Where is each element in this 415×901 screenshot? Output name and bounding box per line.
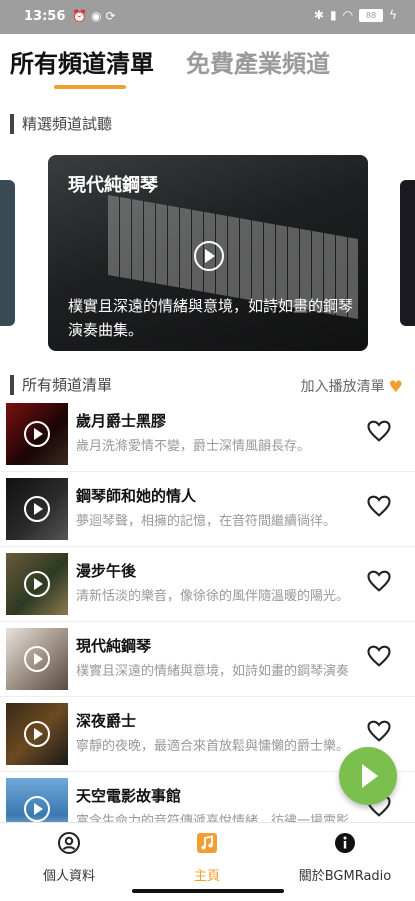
tab-all-channels[interactable]: 所有頻道清單: [10, 44, 154, 79]
channel-description: 清新恬淡的樂音，像徐徐的風伴隨溫暖的陽光。: [76, 589, 348, 604]
status-time: 13:56: [24, 9, 66, 24]
featured-section-header: 精選頻道試聽: [10, 113, 112, 134]
section-bar: [10, 374, 14, 395]
charging-icon: ϟ: [389, 8, 397, 22]
channel-description: 寧靜的夜晚，最適合來首放鬆與慵懶的爵士樂。: [76, 739, 348, 754]
top-tabs: 所有頻道清單 免費產業頻道: [0, 34, 415, 92]
section-bar: [10, 113, 14, 134]
heart-outline-icon[interactable]: [365, 717, 393, 745]
play-icon[interactable]: [24, 646, 50, 672]
play-icon[interactable]: [194, 241, 224, 271]
channel-thumbnail: [6, 553, 68, 615]
play-icon[interactable]: [24, 796, 50, 822]
play-icon[interactable]: [24, 496, 50, 522]
channel-thumbnail: [6, 628, 68, 690]
nav-label-profile: 個人資料: [42, 869, 95, 884]
heart-filled-icon: ♥: [388, 376, 403, 396]
add-to-playlist-label: 加入播放清單: [300, 379, 385, 395]
featured-card-title: 現代純鋼琴: [68, 175, 158, 196]
home-indicator: [132, 889, 284, 893]
channel-description: 歲月洗滌愛情不變，爵士深情風韻長存。: [76, 439, 311, 454]
nav-label-home: 主頁: [193, 869, 220, 884]
play-icon[interactable]: [24, 571, 50, 597]
nav-item-profile[interactable]: 個人資料: [0, 831, 138, 884]
add-to-playlist-button[interactable]: 加入播放清單 ♥: [301, 376, 403, 396]
tab-indicator: [54, 85, 126, 89]
list-item[interactable]: 現代純鋼琴 樸實且深遠的情緒與意境，如詩如畫的鋼琴演奏曲集。: [0, 622, 415, 697]
sync-icon: ⟳: [105, 9, 120, 23]
heart-outline-icon[interactable]: [365, 567, 393, 595]
play-icon[interactable]: [24, 421, 50, 447]
tab-free-industry-channels[interactable]: 免費產業頻道: [186, 44, 330, 79]
play-fab-button[interactable]: [339, 747, 397, 805]
alarm-icon: ⏰: [72, 9, 91, 23]
heart-outline-icon[interactable]: [365, 492, 393, 520]
featured-card-description: 樸實且深遠的情緒與意境，如詩如畫的鋼琴演奏曲集。: [68, 297, 354, 339]
channel-title: 鋼琴師和她的情人: [76, 487, 197, 505]
bluetooth-icon: ✱: [313, 8, 324, 22]
list-item[interactable]: 漫步午後 清新恬淡的樂音，像徐徐的風伴隨溫暖的陽光。: [0, 547, 415, 622]
wifi-icon: ◠: [342, 8, 354, 22]
nav-item-home[interactable]: 主頁: [138, 831, 276, 884]
carousel-prev-card[interactable]: [0, 180, 15, 326]
status-bar: 13:56 ⏰◉⟳ ✱ ▮ ◠ 88 ϟ: [0, 0, 415, 34]
nav-label-about: 關於BGMRadio: [298, 869, 392, 884]
featured-carousel[interactable]: 現代純鋼琴 樸實且深遠的情緒與意境，如詩如畫的鋼琴演奏曲集。: [0, 154, 415, 352]
nav-item-about[interactable]: 關於BGMRadio: [276, 831, 414, 884]
profile-icon: [58, 832, 80, 854]
status-left-icons: ⏰◉⟳: [72, 9, 120, 23]
featured-section-title: 精選頻道試聽: [22, 115, 113, 133]
notification-icon: ◉: [90, 9, 106, 23]
carousel-next-card[interactable]: [400, 180, 415, 326]
channel-title: 漫步午後: [76, 562, 137, 580]
channel-list-header: 所有頻道清單: [10, 374, 112, 395]
info-icon: [335, 833, 355, 853]
heart-outline-icon[interactable]: [365, 642, 393, 670]
list-item[interactable]: 鋼琴師和她的情人 夢迴琴聲，相擁的記憶，在音符間繼續徜徉。: [0, 472, 415, 547]
channel-title: 歲月爵士黑膠: [76, 412, 167, 430]
channel-title: 現代純鋼琴: [76, 637, 152, 655]
play-icon[interactable]: [24, 721, 50, 747]
home-music-icon: [197, 833, 217, 853]
channel-thumbnail: [6, 478, 68, 540]
status-right-icons: ✱ ▮ ◠ 88 ϟ: [314, 8, 397, 22]
channel-list-title: 所有頻道清單: [22, 376, 113, 394]
channel-thumbnail: [6, 403, 68, 465]
list-item[interactable]: 歲月爵士黑膠 歲月洗滌愛情不變，爵士深情風韻長存。: [0, 397, 415, 472]
channel-thumbnail: [6, 703, 68, 765]
battery-icon: 88: [359, 8, 384, 22]
signal-icon: ▮: [329, 8, 337, 22]
channel-description: 夢迴琴聲，相擁的記憶，在音符間繼續徜徉。: [76, 514, 337, 529]
channel-title: 深夜爵士: [76, 712, 137, 730]
channel-title: 天空電影故事館: [76, 787, 182, 805]
heart-outline-icon[interactable]: [365, 417, 393, 445]
channel-description: 樸實且深遠的情緒與意境，如詩如畫的鋼琴演奏曲集。: [76, 664, 348, 679]
featured-card[interactable]: 現代純鋼琴 樸實且深遠的情緒與意境，如詩如畫的鋼琴演奏曲集。: [48, 155, 368, 351]
